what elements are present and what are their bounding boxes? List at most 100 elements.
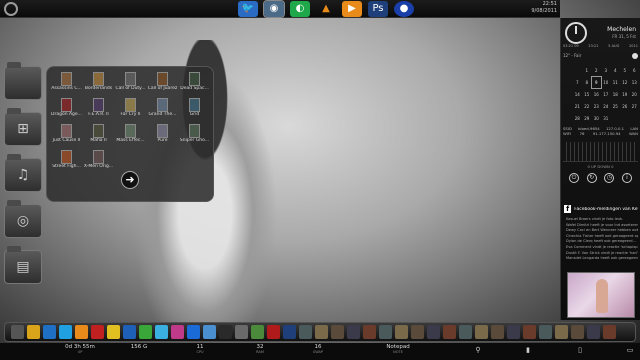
folder-icon[interactable]: ▭ <box>626 346 634 356</box>
chrome-icon[interactable] <box>27 325 40 339</box>
calendar-day[interactable]: 5 <box>621 65 630 76</box>
calendar-day[interactable]: 26 <box>621 101 630 112</box>
power-icon[interactable] <box>4 2 18 16</box>
calendar-day[interactable]: 24 <box>602 101 611 112</box>
game-shortcut[interactable]: Dead Spac... <box>179 72 210 95</box>
firefox-icon[interactable] <box>43 325 56 339</box>
calendar-day[interactable]: 8 <box>583 77 592 88</box>
game4-icon[interactable] <box>347 325 360 339</box>
game-shortcut[interactable]: Pure <box>147 124 178 147</box>
steam-icon[interactable] <box>219 325 232 339</box>
photoshop-icon[interactable]: Ps <box>368 1 388 17</box>
media-icon[interactable] <box>91 325 104 339</box>
game-shortcut[interactable]: Call of Juarez <box>147 72 178 95</box>
game18-icon[interactable] <box>571 325 584 339</box>
calendar-day[interactable]: 11 <box>611 77 620 88</box>
calendar-day[interactable]: 13 <box>630 77 639 88</box>
game10-icon[interactable] <box>443 325 456 339</box>
game8-icon[interactable] <box>411 325 424 339</box>
trash-icon[interactable]: ▯ <box>576 346 584 356</box>
calendar-day[interactable]: 14 <box>573 89 582 100</box>
game2-icon[interactable] <box>315 325 328 339</box>
game19-icon[interactable] <box>587 325 600 339</box>
trash-icon[interactable] <box>11 325 24 339</box>
game-shortcut[interactable]: F.E.A.R. II <box>83 98 114 121</box>
notepad[interactable]: Notepad NOTE <box>382 344 414 354</box>
globe-icon[interactable] <box>187 325 200 339</box>
info-icon[interactable]: i <box>621 173 632 183</box>
garden-icon[interactable] <box>251 325 264 339</box>
calendar-day[interactable]: 15 <box>583 89 592 100</box>
calendar-day[interactable]: 30 <box>592 113 601 124</box>
photo-app-icon[interactable]: ◉ <box>263 0 285 18</box>
clock-icon[interactable]: ◷ <box>604 173 615 183</box>
game-shortcut[interactable]: Sniper Gho... <box>179 124 210 147</box>
ati-icon[interactable] <box>267 325 280 339</box>
calendar-day[interactable]: 9 <box>591 76 602 89</box>
vlc-icon[interactable]: ▲ <box>316 1 336 17</box>
calendar-day[interactable]: 17 <box>602 89 611 100</box>
game-shortcut[interactable]: Far Cry II <box>115 98 146 121</box>
game13-icon[interactable] <box>491 325 504 339</box>
game-shortcut[interactable]: Grid <box>179 98 210 121</box>
game20-icon[interactable] <box>603 325 616 339</box>
calendar-day[interactable]: 31 <box>602 113 611 124</box>
winamp-icon[interactable] <box>107 325 120 339</box>
game7-icon[interactable] <box>395 325 408 339</box>
calendar-day[interactable]: 12 <box>621 77 630 88</box>
game-shortcut[interactable]: Mafia II <box>83 124 114 147</box>
calendar-day[interactable]: 4 <box>611 65 620 76</box>
folder-icon[interactable] <box>4 62 42 100</box>
ps-icon[interactable] <box>283 325 296 339</box>
calendar-day[interactable]: 28 <box>573 113 582 124</box>
facebook-notification[interactable]: Mansdet Lengarda heeft ook gereageerd... <box>566 256 638 262</box>
drop-icon[interactable] <box>203 325 216 339</box>
calendar-day[interactable]: 21 <box>573 101 582 112</box>
film-folder-icon[interactable]: ▤ <box>4 246 42 284</box>
calculator-icon[interactable] <box>235 325 248 339</box>
calendar-day[interactable]: 6 <box>630 65 639 76</box>
game16-icon[interactable] <box>539 325 552 339</box>
calendar-day[interactable]: 22 <box>583 101 592 112</box>
calendar-day[interactable]: 10 <box>602 77 611 88</box>
game-shortcut[interactable]: Grand The... <box>147 98 178 121</box>
skype-icon[interactable] <box>59 325 72 339</box>
game-shortcut[interactable]: X-Men Orig... <box>83 150 114 173</box>
calendar-day[interactable]: 19 <box>621 89 630 100</box>
game-shortcut[interactable]: Street Figh... <box>51 150 82 173</box>
calendar-day[interactable]: 3 <box>602 65 611 76</box>
game15-icon[interactable] <box>523 325 536 339</box>
facebook-notification[interactable]: Eva Comment vindt je reactie 'schaplap'.… <box>566 245 638 251</box>
word-icon[interactable] <box>123 325 136 339</box>
music-folder-icon[interactable]: ♫ <box>4 154 42 192</box>
calendar-day[interactable]: 18 <box>611 89 620 100</box>
calendar-day[interactable]: 25 <box>611 101 620 112</box>
game6-icon[interactable] <box>379 325 392 339</box>
game17-icon[interactable] <box>555 325 568 339</box>
game11-icon[interactable] <box>459 325 472 339</box>
game3-icon[interactable] <box>331 325 344 339</box>
photo-frame[interactable] <box>567 272 635 318</box>
bird-icon[interactable]: 🐦 <box>238 1 258 17</box>
calendar-day[interactable]: 27 <box>630 101 639 112</box>
photo-icon[interactable] <box>171 325 184 339</box>
msn-icon[interactable] <box>155 325 168 339</box>
game-shortcut[interactable]: Assassins C... <box>51 72 82 95</box>
game-shortcut[interactable]: Call of Duty... <box>115 72 146 95</box>
gamepad-folder-icon[interactable]: ⊞ <box>4 108 42 146</box>
calendar-day[interactable] <box>573 65 582 76</box>
game12-icon[interactable] <box>475 325 488 339</box>
media-player-icon[interactable]: ▶ <box>342 1 362 17</box>
game9-icon[interactable] <box>427 325 440 339</box>
power-icon[interactable]: ⏻ <box>569 173 579 183</box>
vlc-icon[interactable] <box>75 325 88 339</box>
game-shortcut[interactable]: Just Cause II <box>51 124 82 147</box>
green-app-icon[interactable]: ◐ <box>290 1 310 17</box>
search-icon[interactable]: ⚲ <box>474 346 482 356</box>
calendar-day[interactable]: 1 <box>583 65 592 76</box>
game5-icon[interactable] <box>363 325 376 339</box>
camera-folder-icon[interactable]: ◎ <box>4 200 42 238</box>
facebook-title[interactable]: Facebook-meldingen van Kevin <box>574 207 638 212</box>
calendar-day[interactable]: 23 <box>592 101 601 112</box>
drive-icon[interactable]: ▮ <box>524 346 532 356</box>
